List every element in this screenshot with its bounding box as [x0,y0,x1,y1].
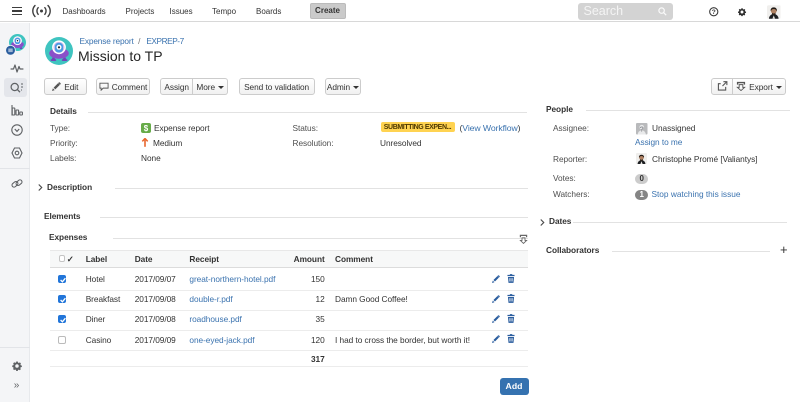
svg-text:$: $ [144,123,149,132]
svg-text:?: ? [640,124,645,133]
svg-text:?: ? [712,9,716,16]
